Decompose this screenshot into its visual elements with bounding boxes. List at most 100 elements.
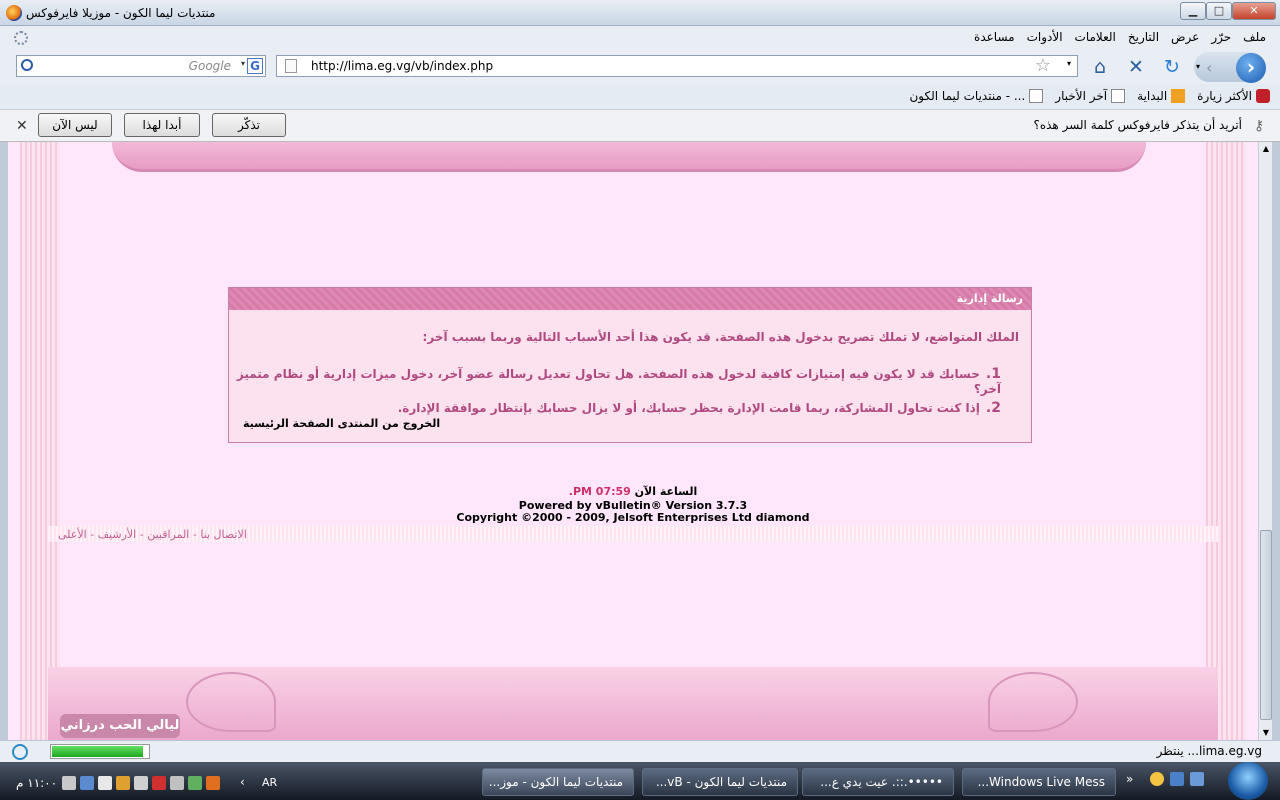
tray-app-icon[interactable] bbox=[170, 776, 184, 790]
taskbar-item-active[interactable]: منتديات ليما الكون - موز... bbox=[482, 768, 634, 796]
current-time: الساعة الآن 07:59 PM. bbox=[8, 485, 1258, 498]
password-notification-bar: ⚷ أتريد أن يتذكر فايرفوكس كلمة السر هذه؟… bbox=[0, 110, 1280, 154]
bookmark-label: منتديات ليما الكون - ... bbox=[909, 89, 1026, 103]
bookmark-star-icon[interactable]: ☆ bbox=[1035, 55, 1051, 76]
tray-app-icon[interactable] bbox=[152, 776, 166, 790]
home-icon[interactable]: ⌂ bbox=[1088, 55, 1112, 79]
status-text: lima.eg.vg... ينتظر bbox=[1156, 744, 1262, 758]
tray-app-icon[interactable] bbox=[188, 776, 202, 790]
forward-icon[interactable]: ‹ bbox=[1206, 59, 1228, 77]
scroll-down-icon[interactable]: ▼ bbox=[1259, 726, 1273, 740]
desktop-icon[interactable] bbox=[1170, 772, 1184, 786]
history-dropdown-icon[interactable]: ▾ bbox=[1196, 62, 1200, 71]
time-value: 07:59 PM. bbox=[568, 485, 631, 498]
forum-icon bbox=[1029, 89, 1044, 103]
tray-app-icon[interactable] bbox=[116, 776, 130, 790]
bookmark-forum[interactable]: منتديات ليما الكون - ... bbox=[909, 89, 1044, 103]
firefox-icon bbox=[6, 5, 22, 21]
taskbar-item[interactable]: منتديات ليما الكون - vB... bbox=[642, 768, 798, 796]
reason-text: حسابك قد لا يكون فيه إمتيازات كافية لدخو… bbox=[236, 367, 1001, 396]
search-input[interactable]: Google ▾ G bbox=[16, 55, 266, 77]
swirl-ornament-right bbox=[988, 672, 1078, 732]
taskbar: » Windows Live Mess... •••••.::. عيت يدي… bbox=[0, 762, 1280, 800]
system-tray bbox=[62, 776, 220, 790]
footer-links[interactable]: الاتصال بنا - المراقبين - الأرشيف - الأع… bbox=[58, 528, 247, 541]
clock[interactable]: ١١:٠٠ م bbox=[16, 776, 57, 790]
menu-edit[interactable]: حرّر bbox=[1211, 30, 1231, 44]
page-viewport: رسالة إدارية الملك المتواضع، لا تملك تصر… bbox=[8, 142, 1258, 740]
menu-help[interactable]: مساعدة bbox=[974, 30, 1015, 44]
close-icon[interactable]: ✕ bbox=[16, 118, 28, 134]
rss-icon bbox=[1171, 89, 1186, 103]
tray-app-icon[interactable] bbox=[206, 776, 220, 790]
status-throbber-icon bbox=[12, 744, 28, 760]
vertical-scrollbar[interactable]: ▲ ▼ bbox=[1258, 142, 1272, 740]
not-now-button[interactable]: ليس الآن bbox=[38, 113, 112, 137]
tray-expand-icon[interactable]: ‹ bbox=[240, 775, 245, 789]
bookmarks-list: الأكثر زيارة البداية آخر الأخبار منتديات… bbox=[909, 89, 1270, 103]
page-icon bbox=[285, 59, 297, 73]
search-icon[interactable] bbox=[21, 59, 33, 71]
progress-bar bbox=[50, 744, 150, 759]
reload-icon[interactable]: ↻ bbox=[1160, 55, 1184, 79]
bookmark-latest-headlines[interactable]: آخر الأخبار bbox=[1055, 89, 1126, 103]
scroll-thumb[interactable] bbox=[1260, 530, 1272, 720]
site-logo: ليالي الحب درزاني bbox=[60, 714, 180, 738]
messenger-icon[interactable] bbox=[1150, 772, 1164, 786]
decorative-border-right bbox=[1206, 142, 1246, 740]
menu-tools[interactable]: الأدوات bbox=[1027, 30, 1063, 44]
minimize-button[interactable]: ▁ bbox=[1180, 2, 1206, 20]
quick-launch-chevron-icon[interactable]: » bbox=[1126, 772, 1133, 786]
tray-app-icon[interactable] bbox=[98, 776, 112, 790]
status-bar: lima.eg.vg... ينتظر bbox=[0, 740, 1280, 762]
window-title: منتديات ليما الكون - موزيلا فايرفوكس bbox=[26, 6, 216, 20]
bookmark-label: آخر الأخبار bbox=[1055, 89, 1108, 103]
reason-item: 2. إذا كنت تحاول المشاركة، ربما قامت الإد… bbox=[229, 400, 1001, 416]
start-button[interactable] bbox=[1228, 762, 1268, 800]
stop-icon[interactable]: ✕ bbox=[1124, 55, 1148, 79]
language-indicator[interactable]: AR bbox=[262, 776, 277, 789]
header-banner bbox=[112, 142, 1146, 172]
admin-message-box: رسالة إدارية الملك المتواضع، لا تملك تصر… bbox=[228, 287, 1032, 443]
search-engine-dropdown-icon[interactable]: ▾ bbox=[241, 59, 245, 68]
taskbar-item[interactable]: Windows Live Mess... bbox=[962, 768, 1116, 796]
menu-view[interactable]: عرض bbox=[1171, 30, 1199, 44]
bookmarks-toolbar: الأكثر زيارة البداية آخر الأخبار منتديات… bbox=[0, 84, 1280, 110]
progress-fill bbox=[52, 746, 143, 757]
reason-number: 2. bbox=[985, 400, 1001, 416]
url-bar[interactable]: http://lima.eg.vg/vb/index.php ☆ ▾ bbox=[276, 55, 1078, 77]
url-text[interactable]: http://lima.eg.vg/vb/index.php bbox=[311, 59, 493, 73]
swirl-ornament-left bbox=[186, 672, 276, 732]
taskbar-item[interactable]: •••••.::. عيت يدي ع... bbox=[802, 768, 954, 796]
menu-bookmarks[interactable]: العلامات bbox=[1075, 30, 1116, 44]
never-for-site-button[interactable]: أبدا لهذا الموقع bbox=[124, 113, 200, 154]
password-question: أتريد أن يتذكر فايرفوكس كلمة السر هذه؟ bbox=[1033, 118, 1242, 132]
scroll-up-icon[interactable]: ▲ bbox=[1259, 142, 1273, 156]
loading-throbber-icon bbox=[14, 31, 28, 45]
menu-bar: ملف حرّر عرض التاريخ العلامات الأدوات مس… bbox=[0, 26, 1280, 50]
tray-app-icon[interactable] bbox=[134, 776, 148, 790]
message-lead: الملك المتواضع، لا تملك تصريح بدخول هذه … bbox=[422, 330, 1019, 344]
bookmark-getting-started[interactable]: البداية bbox=[1137, 89, 1186, 103]
network-icon[interactable] bbox=[80, 776, 94, 790]
message-header: رسالة إدارية bbox=[229, 288, 1031, 310]
menu-file[interactable]: ملف bbox=[1243, 30, 1266, 44]
search-placeholder: Google bbox=[188, 59, 231, 73]
maximize-button[interactable]: □ bbox=[1206, 2, 1232, 20]
back-icon[interactable]: › bbox=[1236, 53, 1266, 83]
reason-item: 1.حسابك قد لا يكون فيه إمتيازات كافية لد… bbox=[229, 366, 1001, 396]
key-icon: ⚷ bbox=[1254, 118, 1265, 134]
close-button[interactable]: ✕ bbox=[1232, 2, 1276, 20]
volume-icon[interactable] bbox=[62, 776, 76, 790]
google-engine-icon[interactable]: G bbox=[247, 58, 263, 74]
menu-history[interactable]: التاريخ bbox=[1128, 30, 1159, 44]
quick-launch bbox=[1150, 772, 1204, 786]
url-dropdown-icon[interactable]: ▾ bbox=[1067, 59, 1071, 68]
window-switch-icon[interactable] bbox=[1190, 772, 1204, 786]
logout-home-link[interactable]: الخروج من المنتدى الصفحة الرئيسية bbox=[243, 417, 440, 430]
remember-button[interactable]: تذكّر bbox=[212, 113, 286, 137]
bookmark-most-visited[interactable]: الأكثر زيارة bbox=[1197, 89, 1270, 103]
time-label: الساعة الآن bbox=[634, 485, 698, 498]
bookmark-label: الأكثر زيارة bbox=[1197, 89, 1252, 103]
decorative-border-left bbox=[20, 142, 60, 740]
